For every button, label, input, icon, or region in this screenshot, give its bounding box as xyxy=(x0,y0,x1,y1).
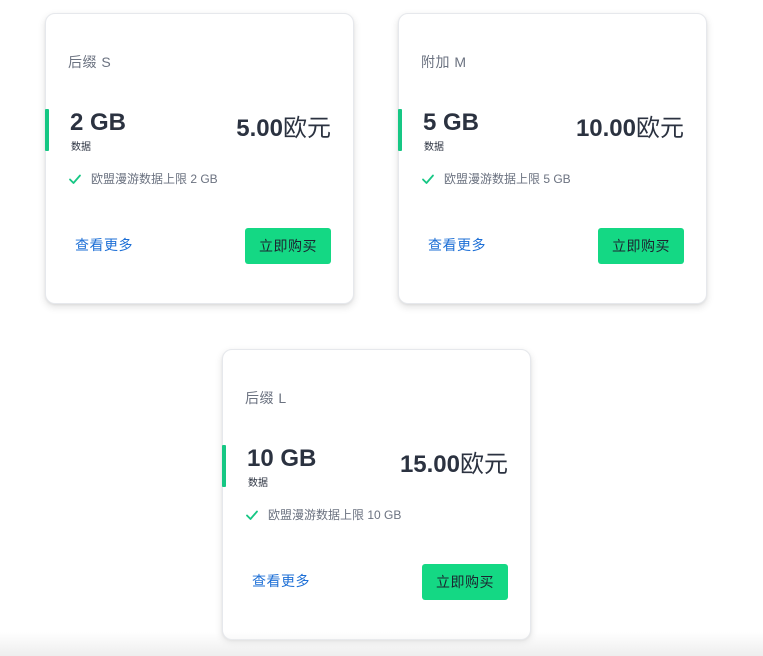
price-unit: 欧元 xyxy=(636,115,684,142)
feature-item: 欧盟漫游数据上限 10 GB xyxy=(245,506,401,523)
plans-page: 后缀 S 2 GB 数据 5.00欧元 欧盟漫游数据上限 2 GB 查看更多 立… xyxy=(0,0,763,656)
buy-now-button[interactable]: 立即购买 xyxy=(245,228,331,264)
accent-bar xyxy=(222,445,226,487)
see-more-link[interactable]: 查看更多 xyxy=(252,571,310,591)
check-icon xyxy=(69,174,81,184)
price: 10.00欧元 xyxy=(576,108,684,143)
plan-card-s: 后缀 S 2 GB 数据 5.00欧元 欧盟漫游数据上限 2 GB 查看更多 立… xyxy=(45,13,354,304)
check-icon xyxy=(246,510,258,520)
price: 5.00欧元 xyxy=(236,108,331,143)
price-unit: 欧元 xyxy=(460,451,508,478)
feature-item: 欧盟漫游数据上限 5 GB xyxy=(421,170,571,187)
data-label: 数据 xyxy=(71,142,91,153)
feature-text: 欧盟漫游数据上限 2 GB xyxy=(91,172,218,186)
bottom-fade xyxy=(0,632,763,656)
price: 15.00欧元 xyxy=(400,444,508,479)
price-value: 5.00 xyxy=(236,115,283,142)
data-amount: 10 GB xyxy=(247,445,317,472)
data-amount: 5 GB xyxy=(423,109,480,136)
see-more-link[interactable]: 查看更多 xyxy=(75,235,133,255)
plan-name: 后缀 L xyxy=(245,390,287,406)
buy-now-button[interactable]: 立即购买 xyxy=(598,228,684,264)
price-unit: 欧元 xyxy=(283,115,331,142)
plan-card-m: 附加 M 5 GB 数据 10.00欧元 欧盟漫游数据上限 5 GB 查看更多 … xyxy=(398,13,707,304)
price-value: 15.00 xyxy=(399,451,460,478)
data-label: 数据 xyxy=(248,478,268,489)
plan-name: 附加 M xyxy=(421,54,467,70)
plan-name: 后缀 S xyxy=(68,54,112,70)
plan-card-l: 后缀 L 10 GB 数据 15.00欧元 欧盟漫游数据上限 10 GB 查看更… xyxy=(222,349,531,640)
feature-text: 欧盟漫游数据上限 10 GB xyxy=(268,508,402,522)
feature-text: 欧盟漫游数据上限 5 GB xyxy=(444,172,571,186)
accent-bar xyxy=(45,109,49,151)
data-amount: 2 GB xyxy=(70,109,127,136)
price-value: 10.00 xyxy=(575,115,636,142)
accent-bar xyxy=(398,109,402,151)
buy-now-button[interactable]: 立即购买 xyxy=(422,564,508,600)
data-label: 数据 xyxy=(424,142,444,153)
feature-item: 欧盟漫游数据上限 2 GB xyxy=(68,170,218,187)
check-icon xyxy=(422,174,434,184)
see-more-link[interactable]: 查看更多 xyxy=(428,235,486,255)
